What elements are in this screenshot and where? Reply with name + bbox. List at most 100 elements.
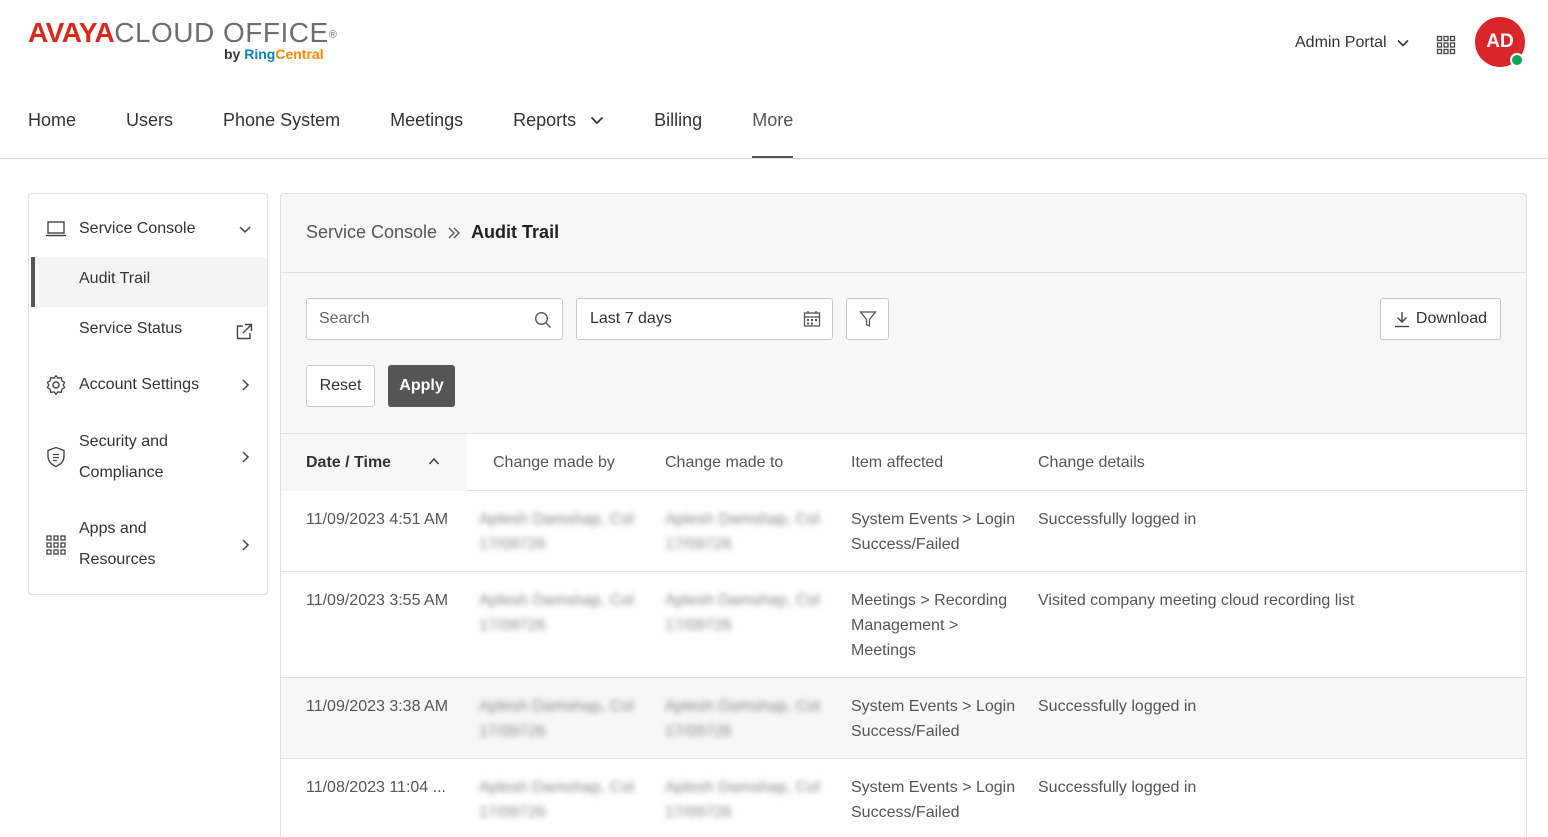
sidebar-item-label-line1: Security and [79,433,168,450]
column-header-label: Change made to [665,454,784,471]
cell-date-time: 11/09/2023 4:51 AM [306,511,449,528]
nav-more-label: More [752,110,794,130]
cell-item-affected: System Events > Login Success/Failed [851,779,1016,821]
logo-by-ringcentral: by RingCentral [224,46,324,62]
sidebar-item-account-settings[interactable]: Account Settings [29,369,267,400]
nav-reports[interactable]: Reports [513,100,604,140]
sidebar-item-label-line1: Apps and [79,520,147,537]
admin-portal-dropdown[interactable]: Admin Portal [1295,34,1409,52]
sidebar-item-label-line2: Compliance [79,464,164,481]
logo-cloud-office-text: CLOUD OFFICE [114,17,329,48]
page-title: Audit Trail [471,222,560,242]
column-header-label: Date / Time [306,454,392,471]
nav-reports-label: Reports [513,110,577,130]
nav-phone-system-label: Phone System [223,110,341,130]
nav-users[interactable]: Users [126,100,173,140]
logo-avaya-text: AVAYA [28,17,115,48]
external-link-icon [236,323,253,340]
filter-button[interactable] [846,298,889,340]
nav-billing-label: Billing [654,110,703,130]
cell-change-made-to: Aplesh Damshap, Col 17/09726 [665,592,820,634]
chevron-down-icon [1397,39,1409,47]
column-header-change-made-by[interactable]: Change made by [493,434,615,491]
sidebar-item-security-compliance[interactable]: Security and Compliance [29,426,267,488]
cell-change-details: Successfully logged in [1038,511,1197,528]
audit-trail-panel: Service Console Audit Trail Last 7 days … [280,193,1527,837]
logo-by-text: by [224,46,241,62]
cell-date-time: 11/08/2023 11:04 ... [306,779,446,796]
column-header-change-details[interactable]: Change details [1038,434,1145,491]
date-range-picker[interactable]: Last 7 days [576,298,833,340]
column-header-date-time[interactable]: Date / Time [281,434,467,491]
sidebar-item-audit-trail[interactable]: Audit Trail [31,257,267,307]
cell-item-affected: Meetings > Recording Management > Meetin… [851,592,1008,659]
cell-change-made-by: Aplesh Damshap, Col 17/09726 [479,592,634,634]
search-icon[interactable] [534,311,552,329]
download-label: Download [1415,310,1488,327]
table-row[interactable]: 11/09/2023 4:51 AM Aplesh Damshap, Col 1… [281,491,1526,572]
table-row[interactable]: 11/09/2023 3:55 AM Aplesh Damshap, Col 1… [281,572,1526,678]
apps-grid-icon [46,535,66,555]
cell-change-made-by: Aplesh Damshap, Col 17/09726 [479,511,634,553]
chevron-down-icon [591,116,604,124]
cell-date-time: 11/09/2023 3:55 AM [306,592,449,609]
sidebar-item-service-status[interactable]: Service Status [31,307,267,357]
column-header-change-made-to[interactable]: Change made to [665,434,783,491]
logo-wordmark: AVAYACLOUD OFFICE® [28,16,337,50]
logo-central-text: Central [275,46,324,62]
sidebar-item-apps-resources[interactable]: Apps and Resources [29,513,267,575]
nav-billing[interactable]: Billing [654,100,702,140]
sidebar-item-label: Audit Trail [79,270,151,287]
sidebar-item-label: Service Console [79,220,196,237]
cell-change-made-by: Aplesh Damshap, Col 17/09726 [479,779,634,821]
sidebar-item-label-line2: Resources [79,551,156,568]
apply-button[interactable]: Apply [388,365,455,407]
app-launcher-grid-icon[interactable] [1436,35,1456,55]
nav-phone-system[interactable]: Phone System [223,100,340,140]
search-input[interactable] [307,299,527,339]
cell-change-made-by: Aplesh Damshap, Col 17/09726 [479,698,634,740]
column-header-label: Change details [1038,454,1145,471]
download-button[interactable]: Download [1380,298,1501,340]
reset-button[interactable]: Reset [306,365,375,407]
cell-change-details: Visited company meeting cloud recording … [1038,592,1355,609]
chevron-right-icon [242,539,250,551]
cell-date-time: 11/09/2023 3:38 AM [306,698,449,715]
reset-label: Reset [319,377,362,394]
table-row[interactable]: 11/08/2023 11:04 ... Aplesh Damshap, Col… [281,759,1526,837]
cell-item-affected: System Events > Login Success/Failed [851,698,1016,740]
cell-change-details: Successfully logged in [1038,698,1197,715]
main-navigation: Home Users Phone System Meetings Reports… [28,100,843,159]
divider [281,272,1526,273]
nav-users-label: Users [126,110,174,130]
app-header: AVAYACLOUD OFFICE® by RingCentral Admin … [0,0,1548,159]
logo-ring-text: Ring [244,46,276,62]
cell-change-made-to: Aplesh Damshap, Col 17/09726 [665,779,820,821]
filter-icon [859,311,877,328]
download-icon [1394,311,1409,327]
nav-home-label: Home [28,110,77,130]
nav-meetings-label: Meetings [390,110,464,130]
breadcrumb: Service Console Audit Trail [306,222,559,243]
breadcrumb-parent-link[interactable]: Service Console [306,222,437,243]
nav-more[interactable]: More [752,100,794,158]
chevron-right-icon [242,451,250,463]
search-field[interactable] [306,298,563,340]
column-header-item-affected[interactable]: Item affected [851,434,943,491]
cell-change-made-to: Aplesh Damshap, Col 17/09726 [665,698,820,740]
sidebar-item-label: Service Status [79,320,183,337]
settings-sidebar: Service Console Audit Trail Service Stat… [28,193,268,595]
sort-ascending-icon [428,457,440,465]
nav-home[interactable]: Home [28,100,76,140]
table-row[interactable]: 11/09/2023 3:38 AM Aplesh Damshap, Col 1… [281,678,1526,759]
column-header-label: Change made by [493,454,615,471]
avaya-cloud-office-logo[interactable]: AVAYACLOUD OFFICE® by RingCentral [28,16,348,66]
laptop-icon [46,221,66,237]
apply-label: Apply [399,377,444,394]
sidebar-item-service-console[interactable]: Service Console [29,213,267,244]
cell-item-affected: System Events > Login Success/Failed [851,511,1016,553]
chevron-right-icon [242,379,250,391]
online-status-indicator [1510,53,1524,67]
column-header-label: Item affected [851,454,944,471]
nav-meetings[interactable]: Meetings [390,100,463,140]
